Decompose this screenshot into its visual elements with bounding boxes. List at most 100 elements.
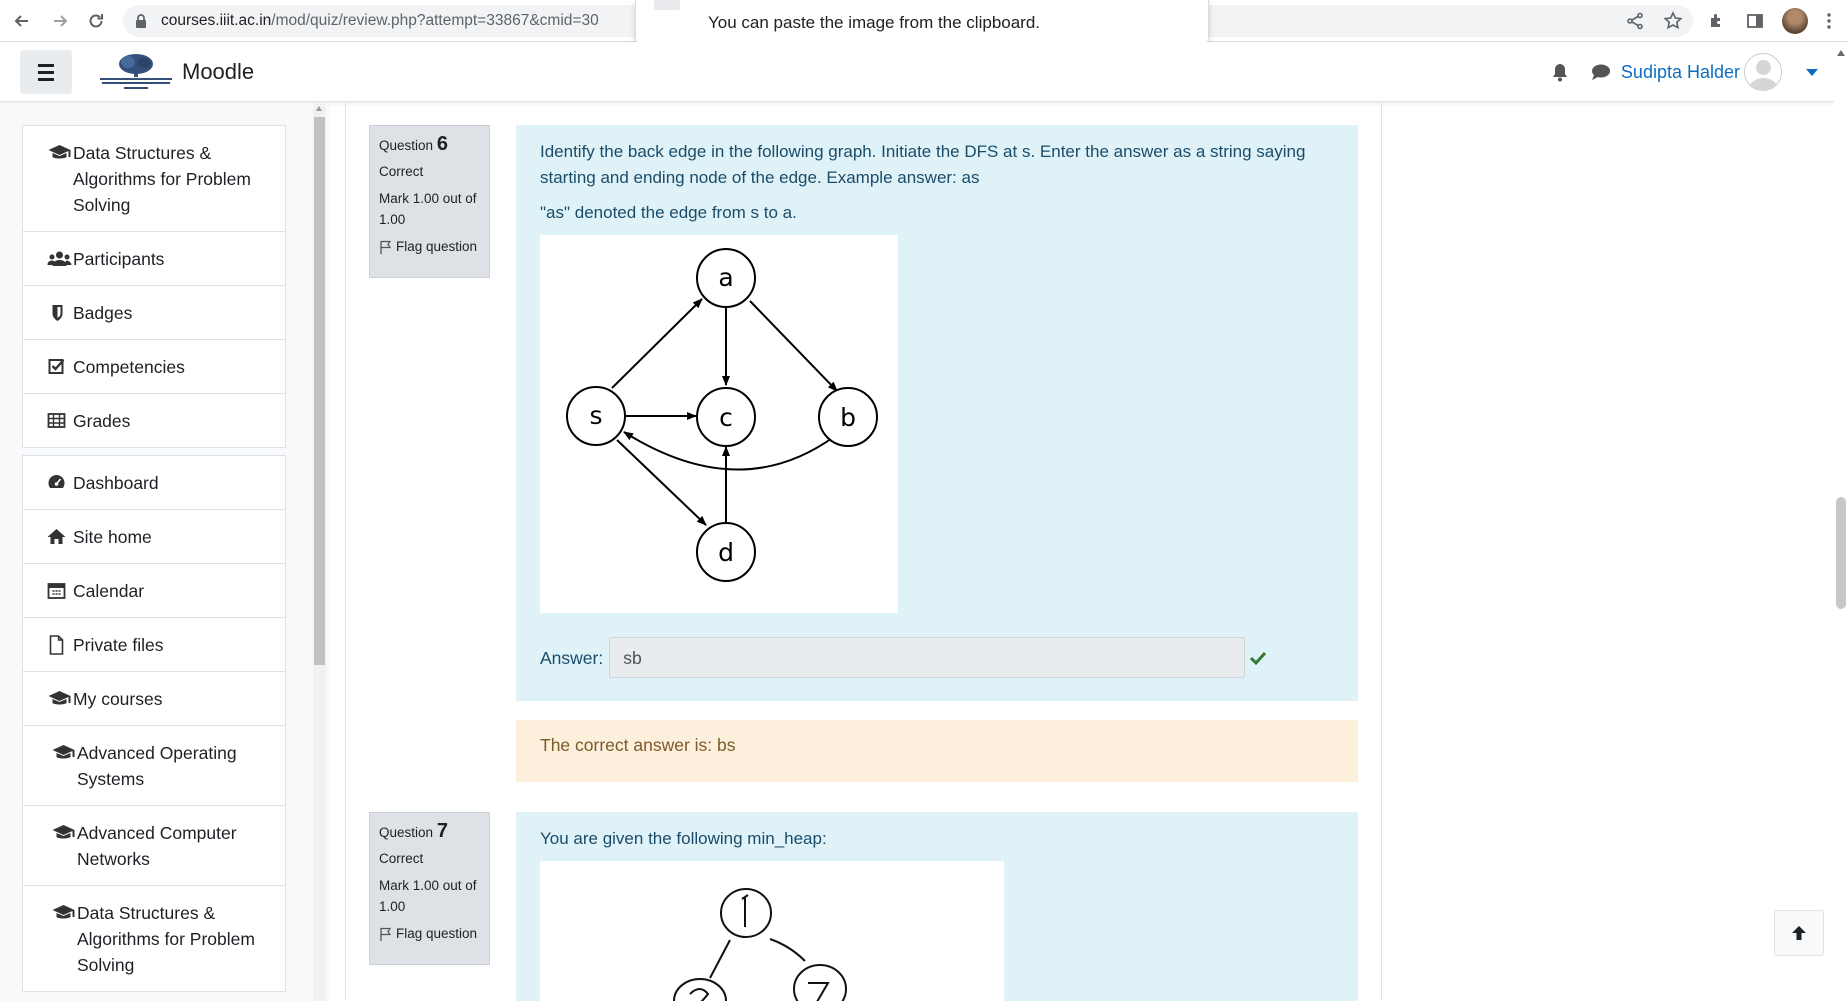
flag-question-link[interactable]: Flag question (379, 923, 480, 944)
question-state: Correct (379, 851, 424, 866)
question-number-value: 7 (436, 820, 448, 842)
chevron-down-icon[interactable] (1806, 68, 1818, 76)
iiit-logo[interactable] (98, 51, 174, 91)
drawer-item-calendar[interactable]: Calendar (23, 564, 285, 618)
flag-question-link[interactable]: Flag question (379, 236, 480, 257)
extensions-icon[interactable] (1706, 10, 1728, 32)
drawer-item-label: Site home (73, 527, 152, 547)
clipboard-thumbnail (654, 0, 680, 10)
drawer-scrollbar[interactable] (313, 103, 326, 1001)
edge-a-b (749, 300, 838, 392)
profile-avatar[interactable] (1782, 8, 1808, 34)
graph-node-a: a (696, 248, 756, 308)
question-grade: Mark 1.00 out of 1.00 (379, 878, 477, 914)
side-panel-icon[interactable] (1744, 10, 1766, 32)
graduation-cap-icon (48, 691, 71, 705)
drawer-item-course[interactable]: Data Structures & Algorithms for Problem… (23, 126, 285, 232)
course-nav-group: Data Structures & Algorithms for Problem… (22, 125, 286, 448)
drawer-item-badges[interactable]: Badges (23, 286, 285, 340)
check-icon (1250, 651, 1267, 665)
reload-icon[interactable] (84, 9, 108, 33)
graph-node-c: c (696, 387, 756, 447)
site-brand[interactable]: Moodle (182, 59, 254, 85)
nav-drawer: Data Structures & Algorithms for Problem… (0, 103, 330, 1001)
share-icon[interactable] (1624, 10, 1646, 32)
flag-question-label: Flag question (396, 926, 478, 941)
drawer-item-grades[interactable]: Grades (23, 394, 285, 447)
question-state: Correct (379, 164, 424, 179)
question-6-formulation: Identify the back edge in the following … (516, 125, 1358, 701)
back-icon[interactable] (10, 9, 34, 33)
drawer-item-label: Participants (73, 249, 165, 269)
kebab-menu-icon[interactable] (1824, 10, 1834, 32)
main-region-border (345, 103, 346, 1001)
question-text: Identify the back edge in the following … (540, 142, 1306, 187)
drawer-item-label: Data Structures & Algorithms for Problem… (73, 143, 251, 215)
user-avatar[interactable] (1744, 53, 1782, 91)
check-square-icon (48, 359, 65, 374)
svg-text:a: a (718, 263, 733, 292)
menu-bar-icon (38, 77, 54, 81)
question-7-info: Question 7 Correct Mark 1.00 out of 1.00… (369, 812, 490, 965)
drawer-item-private-files[interactable]: Private files (23, 618, 285, 672)
drawer-item-site-home[interactable]: Site home (23, 510, 285, 564)
answer-label: Answer: (540, 647, 604, 668)
question-number: Question 6 (379, 134, 480, 156)
drawer-item-course-acn[interactable]: Advanced Computer Networks (23, 806, 285, 886)
drawer-item-label: Calendar (73, 581, 145, 601)
menu-bar-icon (38, 63, 54, 67)
back-to-top-button[interactable] (1774, 910, 1824, 956)
drawer-item-competencies[interactable]: Competencies (23, 340, 285, 394)
url-path: /mod/quiz/review.php?attempt=33867&cmid=… (271, 12, 599, 29)
scroll-up-arrow-icon[interactable] (316, 106, 322, 111)
table-icon (47, 413, 66, 428)
svg-text:s: s (589, 401, 602, 430)
answer-field[interactable]: sb (609, 637, 1246, 678)
drawer-toggle-button[interactable] (20, 50, 72, 94)
graph-node-s: s (566, 386, 626, 446)
heap-image (540, 861, 1004, 1001)
message-icon[interactable] (1591, 63, 1611, 81)
drawer-item-label: Advanced Operating Systems (77, 743, 237, 789)
drawer-item-my-courses[interactable]: My courses (23, 672, 285, 726)
flag-icon (380, 927, 392, 941)
user-name[interactable]: Sudipta Halder (1621, 62, 1740, 83)
question-text: You are given the following min_heap: (540, 829, 827, 848)
forward-icon[interactable] (48, 9, 72, 33)
flag-question-label: Flag question (396, 239, 478, 254)
url-host: courses.iiit.ac.in (161, 12, 272, 29)
window-scrollbar[interactable] (1834, 42, 1848, 1001)
drawer-item-course-aos[interactable]: Advanced Operating Systems (23, 726, 285, 806)
drawer-item-course-dsa[interactable]: Data Structures & Algorithms for Problem… (23, 886, 285, 991)
user-nav: Sudipta Halder (1551, 42, 1848, 102)
drawer-item-participants[interactable]: Participants (23, 232, 285, 286)
toast-text: You can paste the image from the clipboa… (708, 12, 1041, 32)
dashboard-icon (48, 475, 65, 488)
svg-text:c: c (719, 403, 733, 432)
correct-answer-feedback: The correct answer is: bs (516, 720, 1358, 782)
graph-diagram: a s c b d (566, 248, 878, 582)
calendar-icon (47, 583, 66, 599)
graduation-cap-icon (52, 905, 75, 919)
graph-node-b: b (818, 387, 878, 447)
clipboard-toast: You can paste the image from the clipboa… (635, 0, 1209, 46)
star-icon[interactable] (1662, 10, 1684, 32)
drawer-item-label: Advanced Computer Networks (77, 823, 237, 869)
drawer-item-dashboard[interactable]: Dashboard (23, 456, 285, 510)
question-label: Question (379, 138, 434, 153)
shield-icon (52, 305, 63, 321)
drawer-item-label: My courses (73, 689, 163, 709)
browser-actions (1624, 8, 1848, 34)
question-label: Question (379, 825, 434, 840)
svg-text:d: d (718, 538, 734, 567)
bell-icon[interactable] (1551, 62, 1569, 82)
svg-text:b: b (840, 403, 856, 432)
drawer-item-label: Private files (73, 635, 164, 655)
scroll-up-arrow-icon[interactable] (1837, 50, 1845, 56)
home-icon (47, 529, 66, 544)
drawer-scrollbar-thumb[interactable] (314, 117, 325, 665)
users-icon (47, 251, 72, 266)
window-scrollbar-thumb[interactable] (1836, 497, 1846, 609)
question-6-info: Question 6 Correct Mark 1.00 out of 1.00… (369, 125, 490, 278)
graduation-cap-icon (48, 145, 71, 159)
